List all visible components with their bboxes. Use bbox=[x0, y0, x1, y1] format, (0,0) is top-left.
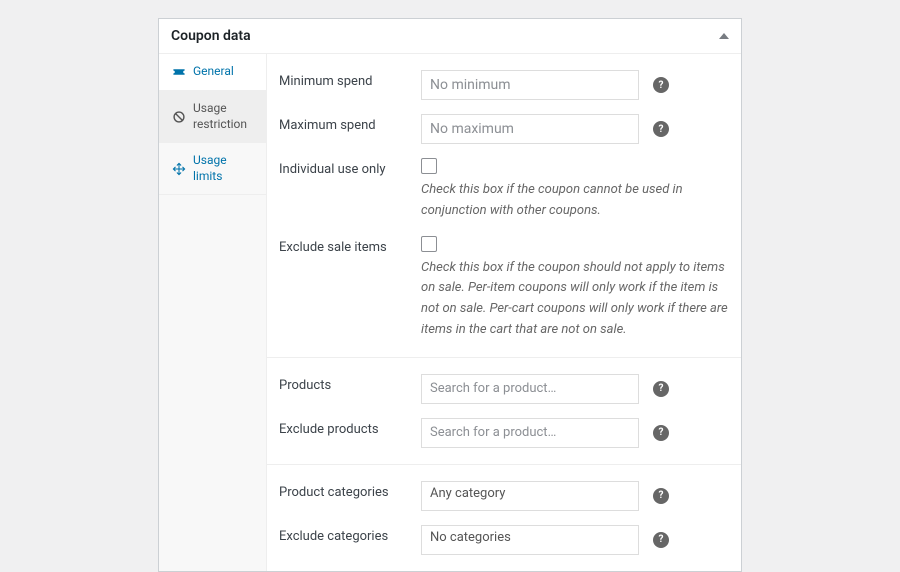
field-individual-use: Individual use only Check this box if th… bbox=[279, 151, 729, 229]
help-icon[interactable]: ? bbox=[653, 77, 669, 93]
maximum-spend-input[interactable] bbox=[421, 114, 639, 144]
help-icon[interactable]: ? bbox=[653, 532, 669, 548]
ban-icon bbox=[171, 109, 187, 125]
coupon-data-panel: Coupon data General Usage restriction bbox=[158, 18, 742, 572]
help-icon[interactable]: ? bbox=[653, 381, 669, 397]
panel-header: Coupon data bbox=[159, 19, 741, 54]
tab-label: Usage restriction bbox=[193, 101, 254, 132]
individual-use-checkbox[interactable] bbox=[421, 158, 437, 174]
field-label: Individual use only bbox=[279, 158, 421, 177]
help-icon[interactable]: ? bbox=[653, 425, 669, 441]
exclude-categories-select[interactable]: No categories bbox=[421, 525, 639, 555]
products-input[interactable] bbox=[421, 374, 639, 404]
tab-label: Usage limits bbox=[193, 153, 254, 184]
field-label: Minimum spend bbox=[279, 70, 421, 89]
tabs-sidebar: General Usage restriction Usage limits bbox=[159, 54, 267, 571]
tab-general[interactable]: General bbox=[159, 54, 266, 91]
categories-group: Product categories Any category ? Exclud… bbox=[267, 465, 741, 571]
field-description: Check this box if the coupon should not … bbox=[421, 258, 729, 341]
field-products: Products ? bbox=[279, 367, 729, 411]
field-label: Maximum spend bbox=[279, 114, 421, 133]
ticket-icon bbox=[171, 64, 187, 80]
field-label: Exclude sale items bbox=[279, 236, 421, 255]
field-exclude-products: Exclude products ? bbox=[279, 411, 729, 455]
help-icon[interactable]: ? bbox=[653, 121, 669, 137]
collapse-toggle-icon[interactable] bbox=[719, 33, 729, 39]
field-maximum-spend: Maximum spend ? bbox=[279, 107, 729, 151]
field-minimum-spend: Minimum spend ? bbox=[279, 63, 729, 107]
tab-label: General bbox=[193, 64, 234, 80]
field-exclude-categories: Exclude categories No categories ? bbox=[279, 518, 729, 562]
help-icon[interactable]: ? bbox=[653, 488, 669, 504]
minimum-spend-input[interactable] bbox=[421, 70, 639, 100]
field-label: Product categories bbox=[279, 481, 421, 500]
panel-body: General Usage restriction Usage limits M… bbox=[159, 54, 741, 571]
panel-title: Coupon data bbox=[171, 28, 251, 44]
tab-content: Minimum spend ? Maximum spend ? bbox=[267, 54, 741, 571]
field-exclude-sale: Exclude sale items Check this box if the… bbox=[279, 229, 729, 348]
tab-usage-restriction[interactable]: Usage restriction bbox=[159, 91, 266, 143]
spend-group: Minimum spend ? Maximum spend ? bbox=[267, 54, 741, 358]
products-group: Products ? Exclude products ? bbox=[267, 358, 741, 465]
field-description: Check this box if the coupon cannot be u… bbox=[421, 180, 729, 222]
field-label: Exclude products bbox=[279, 418, 421, 437]
move-icon bbox=[171, 161, 187, 177]
exclude-sale-checkbox[interactable] bbox=[421, 236, 437, 252]
tab-usage-limits[interactable]: Usage limits bbox=[159, 143, 266, 195]
product-categories-select[interactable]: Any category bbox=[421, 481, 639, 511]
field-label: Exclude categories bbox=[279, 525, 421, 544]
exclude-products-input[interactable] bbox=[421, 418, 639, 448]
field-product-categories: Product categories Any category ? bbox=[279, 474, 729, 518]
field-label: Products bbox=[279, 374, 421, 393]
